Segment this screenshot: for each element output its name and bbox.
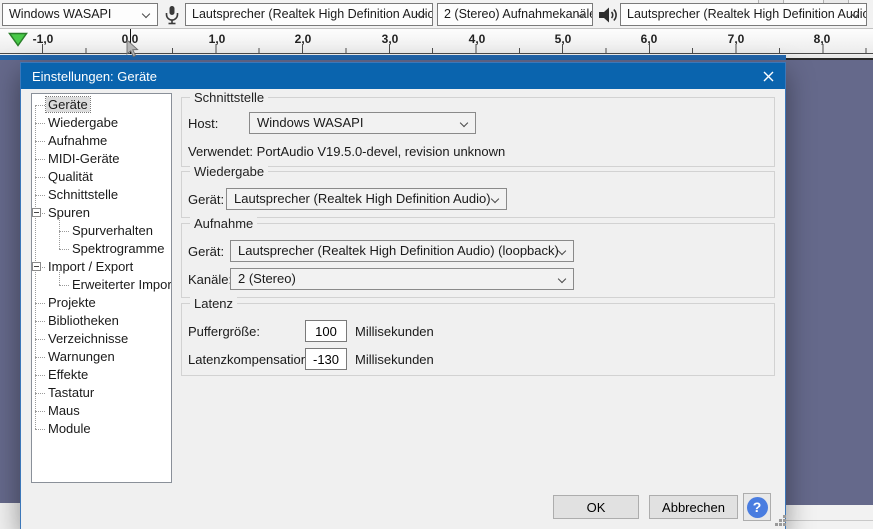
background-line	[786, 520, 873, 521]
tree-item-wiedergabe[interactable]: Wiedergabe	[32, 114, 171, 132]
preferences-dialog: Einstellungen: Geräte Geräte Wiedergabe …	[20, 62, 786, 529]
dialog-titlebar[interactable]: Einstellungen: Geräte	[21, 63, 785, 89]
latency-compensation-input[interactable]	[305, 348, 347, 370]
audio-host-select[interactable]: Windows WASAPI	[2, 3, 158, 26]
recording-group: Aufnahme Gerät: Lautsprecher (Realtek Hi…	[181, 216, 775, 298]
latency-group-title: Latenz	[190, 296, 238, 311]
tree-item-projekte[interactable]: Projekte	[32, 294, 171, 312]
tree-item-erweiterter-import[interactable]: Erweiterter Import	[32, 276, 171, 294]
tree-item-geraete[interactable]: Geräte	[32, 96, 171, 114]
chevron-down-icon	[141, 9, 151, 19]
buffer-size-input[interactable]	[305, 320, 347, 342]
playback-device-dialog-value: Lautsprecher (Realtek High Definition Au…	[234, 191, 491, 206]
playback-device-select[interactable]: Lautsprecher (Realtek High Definition Au…	[185, 3, 433, 26]
tree-item-warnungen[interactable]: Warnungen	[32, 348, 171, 366]
host-label: Host:	[188, 116, 219, 131]
preferences-category-tree: Geräte Wiedergabe Aufnahme MIDI-Geräte Q…	[31, 93, 172, 483]
help-icon: ?	[746, 496, 768, 518]
portaudio-version-text: Verwendet: PortAudio V19.5.0-devel, revi…	[188, 144, 506, 159]
chevron-down-icon	[557, 246, 567, 256]
tree-item-import-export[interactable]: Import / Export	[32, 258, 171, 276]
latency-compensation-label: Latenzkompensation:	[188, 352, 312, 367]
mouse-cursor-icon	[126, 38, 139, 63]
tree-item-spuren[interactable]: Spuren	[32, 204, 171, 222]
host-select[interactable]: Windows WASAPI	[249, 112, 476, 134]
dialog-title: Einstellungen: Geräte	[32, 68, 158, 84]
close-icon[interactable]	[751, 63, 785, 89]
tree-item-maus[interactable]: Maus	[32, 402, 171, 420]
resize-grip[interactable]	[783, 515, 786, 518]
tree-item-schnittstelle[interactable]: Schnittstelle	[32, 186, 171, 204]
help-button[interactable]: ?	[743, 493, 771, 521]
buffer-size-label: Puffergröße:	[188, 324, 261, 339]
latency-group: Latenz Puffergröße: Millisekunden Latenz…	[181, 296, 775, 376]
recording-device-select[interactable]: Lautsprecher (Realtek High Definition Au…	[620, 3, 867, 26]
tree-item-tastatur[interactable]: Tastatur	[32, 384, 171, 402]
recording-group-title: Aufnahme	[190, 216, 258, 231]
tree-item-midi-geraete[interactable]: MIDI-Geräte	[32, 150, 171, 168]
host-select-value: Windows WASAPI	[257, 115, 364, 130]
recording-channels-select[interactable]: 2 (Stereo) Aufnahmekanäle	[437, 3, 593, 26]
channels-label: Kanäle:	[188, 272, 233, 287]
tree-item-effekte[interactable]: Effekte	[32, 366, 171, 384]
audio-host-value: Windows WASAPI	[9, 7, 112, 21]
tree-item-verzeichnisse[interactable]: Verzeichnisse	[32, 330, 171, 348]
recording-device-dialog-select[interactable]: Lautsprecher (Realtek High Definition Au…	[230, 240, 574, 262]
tree-item-qualitaet[interactable]: Qualität	[32, 168, 171, 186]
recording-channels-value: 2 (Stereo) Aufnahmekanäle	[444, 7, 593, 21]
ruler-major-ticks	[42, 44, 873, 53]
background-patch-right	[786, 505, 873, 529]
channels-select[interactable]: 2 (Stereo)	[230, 268, 574, 290]
playback-device-dialog-select[interactable]: Lautsprecher (Realtek High Definition Au…	[226, 188, 507, 210]
device-toolbar: Windows WASAPI Lautsprecher (Realtek Hig…	[0, 0, 873, 29]
tree-item-bibliotheken[interactable]: Bibliotheken	[32, 312, 171, 330]
playback-device-label: Gerät:	[188, 192, 225, 207]
tree-item-module[interactable]: Module	[32, 420, 171, 438]
tree-item-aufnahme[interactable]: Aufnahme	[32, 132, 171, 150]
recording-device-label: Gerät:	[188, 244, 225, 259]
interface-group-title: Schnittstelle	[190, 90, 269, 105]
ok-button[interactable]: OK	[553, 495, 639, 519]
collapse-icon[interactable]	[32, 208, 41, 217]
tree-item-spurverhalten[interactable]: Spurverhalten	[32, 222, 171, 240]
channels-select-value: 2 (Stereo)	[238, 271, 296, 286]
playback-group: Wiedergabe Gerät: Lautsprecher (Realtek …	[181, 164, 775, 218]
chevron-down-icon	[490, 194, 500, 204]
buffer-size-unit: Millisekunden	[355, 324, 434, 339]
chevron-down-icon	[459, 118, 469, 128]
tree-item-spektrogramme[interactable]: Spektrogramme	[32, 240, 171, 258]
chevron-down-icon	[557, 274, 567, 284]
recording-device-value: Lautsprecher (Realtek High Definition Au…	[627, 7, 867, 21]
background-patch-left	[0, 503, 20, 529]
pinned-playhead-icon[interactable]	[8, 32, 28, 52]
microphone-icon	[160, 3, 184, 26]
recording-device-dialog-value: Lautsprecher (Realtek High Definition Au…	[238, 243, 559, 258]
latency-compensation-unit: Millisekunden	[355, 352, 434, 367]
playback-device-value: Lautsprecher (Realtek High Definition Au…	[192, 7, 433, 21]
cancel-button[interactable]: Abbrechen	[649, 495, 738, 519]
speaker-icon	[595, 3, 621, 26]
interface-group: Schnittstelle Host: Windows WASAPI Verwe…	[181, 90, 775, 167]
collapse-icon[interactable]	[32, 262, 41, 271]
playback-group-title: Wiedergabe	[190, 164, 269, 179]
